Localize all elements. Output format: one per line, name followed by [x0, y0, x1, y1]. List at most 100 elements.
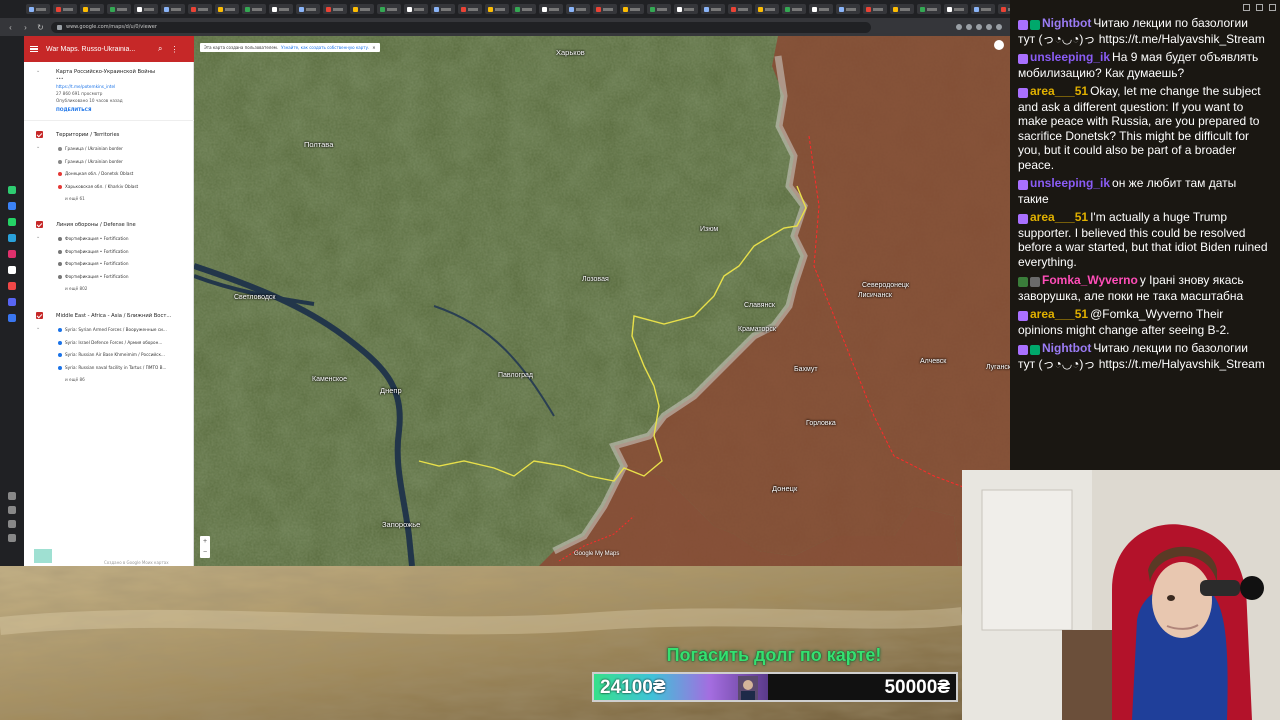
- browser-tab[interactable]: [134, 4, 158, 14]
- layer-item[interactable]: Донецкая обл. / Donetsk Oblast: [65, 171, 133, 176]
- browser-tab[interactable]: [404, 4, 428, 14]
- extension-icon[interactable]: [966, 24, 972, 30]
- app-icon[interactable]: [8, 218, 16, 226]
- chat-username[interactable]: unsleeping_ik: [1030, 176, 1110, 190]
- browser-tab[interactable]: [431, 4, 455, 14]
- browser-tab[interactable]: [296, 4, 320, 14]
- browser-tab[interactable]: [971, 4, 995, 14]
- reload-icon[interactable]: ↻: [36, 23, 45, 32]
- city-label[interactable]: Изюм: [700, 226, 718, 233]
- extension-icon[interactable]: [986, 24, 992, 30]
- browser-tab[interactable]: [215, 4, 239, 14]
- minimize-icon[interactable]: [1243, 4, 1250, 11]
- settings-icon[interactable]: [8, 534, 16, 542]
- browser-tab[interactable]: [188, 4, 212, 14]
- chevron-down-icon[interactable]: ⌄: [36, 234, 40, 240]
- layer-item[interactable]: Фортификация • Fortification: [65, 261, 128, 266]
- search-icon[interactable]: ⌕: [158, 44, 162, 54]
- chat-username[interactable]: area___51: [1030, 210, 1088, 224]
- maximize-icon[interactable]: [1256, 4, 1263, 11]
- close-icon[interactable]: [1269, 4, 1276, 11]
- more-options-icon[interactable]: ⋮: [170, 45, 178, 54]
- layer-item[interactable]: Фортификация • Fortification: [65, 274, 128, 279]
- city-label[interactable]: Краматорск: [738, 326, 776, 333]
- browser-tab[interactable]: [863, 4, 887, 14]
- layer-item[interactable]: Syria: Russian Air Base Khmeimim / Росси…: [65, 352, 165, 357]
- city-label[interactable]: Луганск: [986, 364, 1010, 371]
- city-label[interactable]: Лисичанск: [858, 292, 892, 299]
- back-icon[interactable]: ‹: [6, 23, 15, 32]
- layer-item[interactable]: Граница / Ukrainian border: [65, 146, 123, 151]
- browser-tab[interactable]: [917, 4, 941, 14]
- browser-tab[interactable]: [53, 4, 77, 14]
- browser-tab[interactable]: [647, 4, 671, 14]
- app-icon[interactable]: [8, 282, 16, 290]
- notice-link[interactable]: Узнайте, как создать собственную карту.: [281, 45, 369, 50]
- city-label[interactable]: Славянск: [744, 302, 775, 309]
- browser-tab[interactable]: [890, 4, 914, 14]
- bookmark-icon[interactable]: [8, 506, 16, 514]
- layer-item[interactable]: Syria: Russian naval facility in Tartus …: [65, 365, 167, 370]
- browser-tab[interactable]: [620, 4, 644, 14]
- browser-tab[interactable]: [107, 4, 131, 14]
- browser-tab[interactable]: [80, 4, 104, 14]
- extension-icon[interactable]: [956, 24, 962, 30]
- browser-tab[interactable]: [539, 4, 563, 14]
- browser-tab[interactable]: [350, 4, 374, 14]
- chat-username[interactable]: unsleeping_ik: [1030, 50, 1110, 64]
- zoom-out-button[interactable]: −: [200, 547, 210, 558]
- browser-tab[interactable]: [728, 4, 752, 14]
- browser-tab[interactable]: [674, 4, 698, 14]
- browser-tab[interactable]: [269, 4, 293, 14]
- app-icon[interactable]: [8, 250, 16, 258]
- browser-tab[interactable]: [377, 4, 401, 14]
- browser-tab[interactable]: [26, 4, 50, 14]
- app-icon[interactable]: [8, 266, 16, 274]
- city-label[interactable]: Северодонецк: [862, 282, 909, 289]
- menu-icon[interactable]: [30, 46, 38, 52]
- city-label[interactable]: Бахмут: [794, 366, 818, 373]
- close-icon[interactable]: ✕: [372, 45, 375, 50]
- city-label[interactable]: Запорожье: [382, 520, 420, 529]
- layer-checkbox[interactable]: [36, 312, 43, 319]
- city-label[interactable]: Полтава: [304, 140, 333, 149]
- browser-tab[interactable]: [566, 4, 590, 14]
- browser-tab[interactable]: [323, 4, 347, 14]
- layer-more-link[interactable]: и ещё 86: [65, 377, 85, 382]
- app-icon[interactable]: [8, 186, 16, 194]
- browser-tab[interactable]: [512, 4, 536, 14]
- layer-checkbox[interactable]: [36, 221, 43, 228]
- chat-username[interactable]: Nightbot: [1042, 341, 1091, 355]
- city-label[interactable]: Павлоград: [498, 372, 533, 379]
- zoom-in-button[interactable]: +: [200, 536, 210, 547]
- browser-tab[interactable]: [755, 4, 779, 14]
- browser-tab[interactable]: [944, 4, 968, 14]
- fullscreen-icon[interactable]: [994, 40, 1004, 50]
- layer-item[interactable]: Граница / Ukrainian border: [65, 159, 123, 164]
- share-button[interactable]: ПОДЕЛИТЬСЯ: [56, 108, 91, 113]
- city-label[interactable]: Светловодск: [234, 294, 276, 301]
- layer-item[interactable]: Фортификация • Fortification: [65, 249, 128, 254]
- chat-username[interactable]: area___51: [1030, 307, 1088, 321]
- scroll-thumb[interactable]: [34, 549, 52, 563]
- extension-icon[interactable]: [976, 24, 982, 30]
- chevron-down-icon[interactable]: ⌄: [36, 68, 40, 74]
- map-canvas[interactable]: Эта карта создана пользователем. Узнайте…: [194, 36, 1010, 566]
- city-label[interactable]: Алчевск: [920, 358, 946, 365]
- layer-item[interactable]: Syria: Israel Defence Forces / Армия обо…: [65, 340, 162, 345]
- city-label[interactable]: Днепр: [380, 386, 402, 395]
- layer-more-link[interactable]: и ещё 802: [65, 286, 87, 291]
- browser-tab[interactable]: [782, 4, 806, 14]
- city-label[interactable]: Харьков: [556, 48, 585, 57]
- city-label[interactable]: Каменское: [312, 376, 347, 383]
- chat-username[interactable]: Fomka_Wyverno: [1042, 273, 1138, 287]
- city-label[interactable]: Донецк: [772, 484, 797, 493]
- history-icon[interactable]: [8, 492, 16, 500]
- browser-tab[interactable]: [485, 4, 509, 14]
- browser-tab[interactable]: [998, 4, 1010, 14]
- map-link[interactable]: https://t.me/potemkins_intel: [56, 84, 115, 89]
- layer-item[interactable]: Syria: Syrian Armed Forces / Вооруженные…: [65, 327, 167, 332]
- app-icon[interactable]: [8, 314, 16, 322]
- chevron-down-icon[interactable]: ⌄: [36, 144, 40, 150]
- forward-icon[interactable]: ›: [21, 23, 30, 32]
